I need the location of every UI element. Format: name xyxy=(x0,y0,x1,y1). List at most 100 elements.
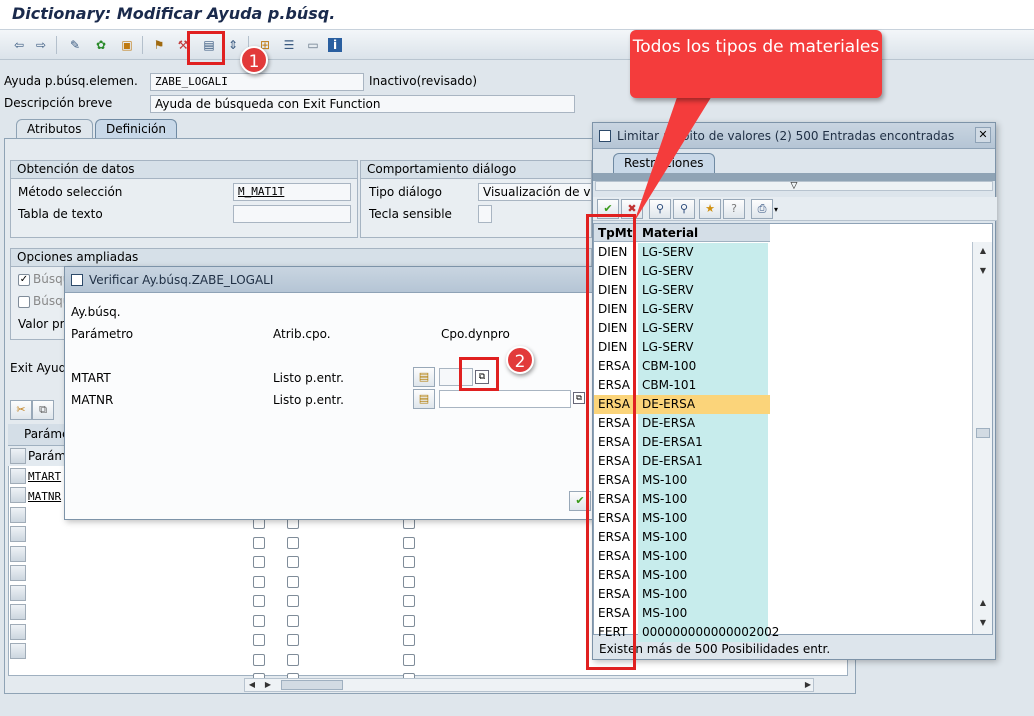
value-row-material: MS-100 xyxy=(638,528,768,547)
row-selector-button[interactable] xyxy=(10,643,26,659)
tecla-field[interactable] xyxy=(478,205,492,223)
scroll-left-icon[interactable]: ◀ xyxy=(245,678,259,692)
row-selector-button[interactable] xyxy=(10,526,26,542)
scroll-up-icon[interactable]: ▲ xyxy=(976,244,990,258)
field-list-icon[interactable]: ▤ xyxy=(413,367,435,387)
tipo-label: Tipo diálogo xyxy=(369,185,443,199)
row-selector-button[interactable] xyxy=(10,448,26,464)
metodo-label: Método selección xyxy=(18,185,123,199)
copy-icon[interactable]: ⧉ xyxy=(32,400,54,420)
grid-checkbox[interactable] xyxy=(253,653,265,666)
value-row-material: MS-100 xyxy=(638,490,768,509)
col-dynpro: Cpo.dynpro xyxy=(441,327,510,341)
where-used-icon[interactable]: ⚑ xyxy=(150,37,168,53)
back-arrow-icon[interactable]: ⇦ xyxy=(10,37,28,53)
forward-arrow-icon[interactable]: ⇨ xyxy=(32,37,50,53)
status-text: Inactivo(revisado) xyxy=(369,74,477,88)
desc-field[interactable]: Ayuda de búsqueda con Exit Function xyxy=(150,95,575,113)
metodo-field[interactable]: M_MAT1T xyxy=(233,183,351,201)
matnr-dynpro-field[interactable] xyxy=(439,390,571,408)
grid-checkbox[interactable] xyxy=(287,575,299,588)
col-material[interactable]: Material xyxy=(642,226,698,240)
close-icon[interactable]: ✕ xyxy=(975,127,991,143)
value-row-material: MS-100 xyxy=(638,585,768,604)
dropdown-arrow-icon[interactable]: ▾ xyxy=(774,205,778,214)
grid-checkbox[interactable] xyxy=(287,556,299,568)
value-row-material: MS-100 xyxy=(638,471,768,490)
where-used-list-icon[interactable]: ⇕ xyxy=(224,37,242,53)
row-selector-button[interactable] xyxy=(10,506,26,523)
grid-checkbox[interactable] xyxy=(403,595,415,607)
scroll-thumb[interactable] xyxy=(281,680,343,690)
highlight-box-f4 xyxy=(459,357,499,391)
grid-checkbox[interactable] xyxy=(287,536,299,549)
values-list: TpMt Material DIEN LG-SERV DIEN LG-SERV DIEN… xyxy=(593,223,993,642)
busq2-checkbox[interactable] xyxy=(18,296,30,308)
grid-checkbox[interactable] xyxy=(287,634,299,646)
scroll-right-end-icon[interactable]: ▶ xyxy=(801,678,815,692)
row-selector-button[interactable] xyxy=(10,604,26,620)
value-row-material: DE-ERSA1 xyxy=(638,452,768,471)
tab-atributos[interactable]: Atributos xyxy=(16,119,93,139)
scroll-page-up-icon[interactable]: ▼ xyxy=(976,264,990,278)
row-selector-button[interactable] xyxy=(10,487,26,503)
verify-row-param: MTART xyxy=(71,371,111,385)
value-row-material: DE-ERSA xyxy=(638,414,768,433)
values-scrollbar[interactable]: ▲ ▼ ▲ ▼ xyxy=(972,242,992,634)
grid-checkbox[interactable] xyxy=(403,575,415,588)
grid-checkbox[interactable] xyxy=(253,575,265,588)
scroll-page-down-icon[interactable]: ▲ xyxy=(976,596,990,610)
horizontal-scrollbar[interactable]: ◀ ▶ ▶ xyxy=(244,678,814,692)
obtencion-title: Obtención de datos xyxy=(11,161,357,179)
grid-checkbox[interactable] xyxy=(287,595,299,607)
row-selector-button[interactable] xyxy=(10,584,26,601)
scroll-thumb[interactable] xyxy=(976,428,990,438)
param-row-matnr: MATNR xyxy=(28,490,62,503)
activate-icon[interactable]: ✿ xyxy=(92,37,110,53)
param-header-1: Paráme xyxy=(24,427,70,441)
grid-checkbox[interactable] xyxy=(403,634,415,646)
highlight-box-toolbar xyxy=(187,31,225,65)
aybusq-label: Ay.búsq. xyxy=(71,305,121,319)
other-object-icon[interactable]: ▣ xyxy=(118,37,136,53)
grid-checkbox[interactable] xyxy=(253,595,265,607)
tab-definicion[interactable]: Definición xyxy=(95,119,177,139)
ayuda-field[interactable]: ZABE_LOGALI xyxy=(150,73,364,91)
field-list-icon[interactable]: ▤ xyxy=(413,389,435,409)
grid-checkbox[interactable] xyxy=(403,614,415,627)
tipo-field[interactable]: Visualización de valo xyxy=(478,183,592,201)
step-badge-1: 1 xyxy=(240,46,268,74)
grid-checkbox[interactable] xyxy=(287,614,299,627)
grid-checkbox[interactable] xyxy=(403,653,415,666)
grid-checkbox[interactable] xyxy=(403,556,415,568)
value-row-material: LG-SERV xyxy=(638,338,768,357)
col-parametro: Parámetro xyxy=(71,327,134,341)
param-row-mtart: MTART xyxy=(28,470,62,483)
object-list-icon[interactable]: ☰ xyxy=(280,37,298,53)
info-icon[interactable]: i xyxy=(328,38,342,52)
grid-checkbox[interactable] xyxy=(253,634,265,646)
f4-help-button[interactable]: ⧉ xyxy=(573,392,585,404)
cut-icon[interactable]: ✂ xyxy=(10,400,32,420)
display-change-icon[interactable]: ✎ xyxy=(66,37,84,53)
verify-row-atrib: Listo p.entr. xyxy=(273,371,344,385)
row-selector-button[interactable] xyxy=(10,545,26,562)
busq1-checkbox[interactable]: ✓ xyxy=(18,274,30,286)
grid-checkbox[interactable] xyxy=(403,536,415,549)
opciones-title: Opciones ampliadas xyxy=(11,249,591,267)
grid-checkbox[interactable] xyxy=(287,653,299,666)
col-atrib: Atrib.cpo. xyxy=(273,327,331,341)
tabla-field[interactable] xyxy=(233,205,351,223)
scroll-down-icon[interactable]: ▼ xyxy=(976,616,990,630)
scroll-right-icon[interactable]: ▶ xyxy=(261,678,275,692)
row-selector-button[interactable] xyxy=(10,467,26,484)
desc-label: Descripción breve xyxy=(4,96,113,110)
grid-checkbox[interactable] xyxy=(253,556,265,568)
grid-checkbox[interactable] xyxy=(253,536,265,549)
row-selector-button[interactable] xyxy=(10,565,26,581)
grid-checkbox[interactable] xyxy=(253,614,265,627)
print-icon[interactable]: ⎙ xyxy=(751,199,773,219)
tecla-label: Tecla sensible xyxy=(369,207,452,221)
row-selector-button[interactable] xyxy=(10,623,26,640)
window-icon[interactable]: ▭ xyxy=(304,37,322,53)
